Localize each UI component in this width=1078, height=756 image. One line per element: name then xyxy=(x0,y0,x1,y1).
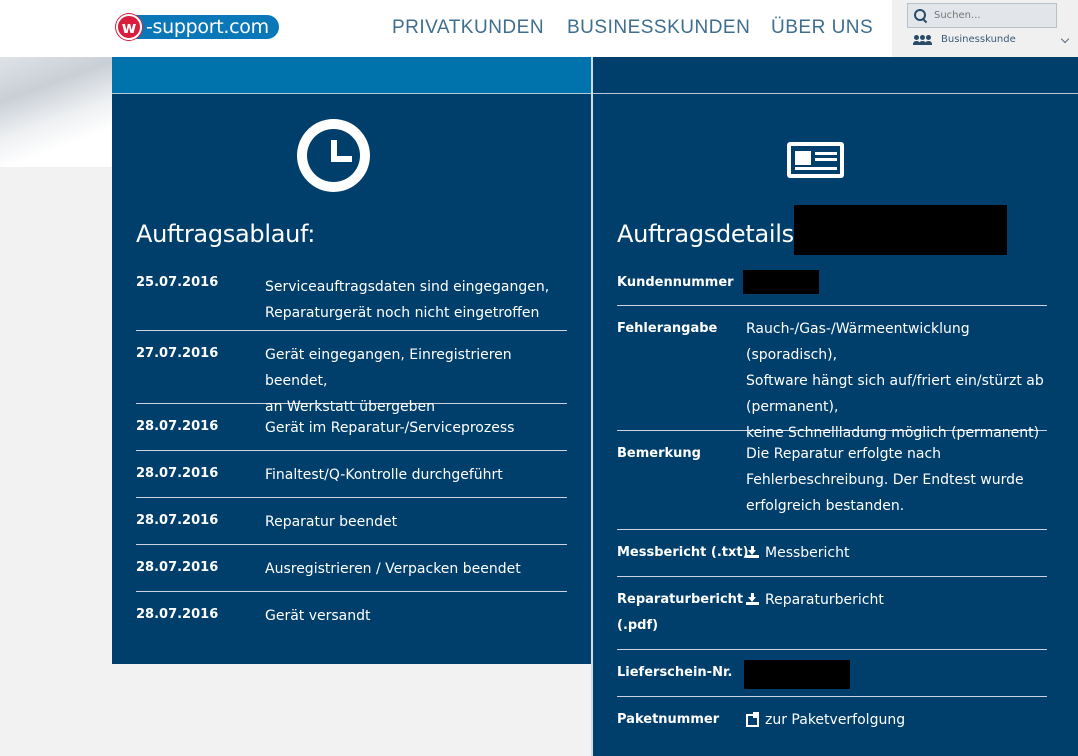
nav-ueber-uns[interactable]: ÜBER UNS xyxy=(771,17,873,39)
nav-privatkunden[interactable]: PRIVATKUNDEN xyxy=(392,17,544,39)
external-link-icon[interactable] xyxy=(746,712,759,727)
logo-text: -support.com xyxy=(136,15,279,39)
search-input[interactable] xyxy=(934,10,1044,21)
timeline-desc: Serviceauftragsdaten sind eingegangen, Re… xyxy=(265,279,550,321)
search-box[interactable] xyxy=(907,3,1057,28)
timeline-desc: Reparatur beendet xyxy=(265,514,398,530)
timeline-date: 28.07.2016 xyxy=(136,419,219,434)
timeline-row: 25.07.2016 Serviceauftragsdaten sind ein… xyxy=(136,268,567,331)
details-heading: Auftragsdetails: xyxy=(617,220,802,248)
detail-row-paketnummer: Paketnummer zur Paketverfolgung xyxy=(617,697,1047,744)
download-icon[interactable] xyxy=(746,593,759,605)
detail-label: Kundennummer xyxy=(617,275,734,290)
right-panel-topbar xyxy=(592,57,1078,94)
chevron-down-icon[interactable] xyxy=(1060,34,1070,44)
search-icon[interactable] xyxy=(914,8,928,23)
detail-label: Lieferschein-Nr. xyxy=(617,665,733,680)
messbericht-download-link[interactable]: Messbericht xyxy=(746,530,1047,566)
reparaturbericht-download-link[interactable]: Reparaturbericht xyxy=(746,577,1047,613)
download-icon[interactable] xyxy=(746,546,759,558)
header-tools: Businesskunde xyxy=(892,0,1078,57)
newspaper-icon xyxy=(787,142,844,178)
timeline-desc: Ausregistrieren / Verpacken beendet xyxy=(265,561,521,577)
customer-type-select[interactable]: Businesskunde xyxy=(913,34,1070,45)
detail-row-messbericht: Messbericht (.txt) Messbericht xyxy=(617,530,1047,577)
panel-divider-horizontal xyxy=(112,93,1078,94)
left-panel-topbar xyxy=(112,57,591,94)
timeline-row: 28.07.2016 Ausregistrieren / Verpacken b… xyxy=(136,545,567,592)
timeline-desc: Gerät versandt xyxy=(265,608,371,624)
logo[interactable]: w -support.com xyxy=(116,14,279,40)
timeline-row: 28.07.2016 Gerät im Reparatur-/Servicepr… xyxy=(136,404,567,451)
timeline-date: 28.07.2016 xyxy=(136,466,219,481)
timeline-heading: Auftragsablauf: xyxy=(136,220,316,248)
detail-row-bemerkung: Bemerkung Die Reparatur erfolgte nach Fe… xyxy=(617,431,1047,530)
order-details: Kundennummer Fehlerangabe Rauch-/Gas-/Wä… xyxy=(617,258,1047,744)
detail-row-lieferschein: Lieferschein-Nr. xyxy=(617,650,1047,697)
timeline-row: 27.07.2016 Gerät eingegangen, Einregistr… xyxy=(136,331,567,415)
users-icon xyxy=(913,34,932,45)
timeline-row: 28.07.2016 Gerät versandt xyxy=(136,592,567,639)
redacted-customer-number xyxy=(743,270,819,294)
timeline-date: 25.07.2016 xyxy=(136,275,219,290)
timeline-date: 28.07.2016 xyxy=(136,560,219,575)
timeline-date: 28.07.2016 xyxy=(136,607,219,622)
clock-icon xyxy=(297,119,370,192)
redacted-delivery-number xyxy=(744,660,850,689)
nav-businesskunden[interactable]: BUSINESSKUNDEN xyxy=(567,17,750,39)
site-header: w -support.com PRIVATKUNDEN BUSINESSKUND… xyxy=(0,0,1078,57)
timeline-date: 28.07.2016 xyxy=(136,513,219,528)
timeline-row: 28.07.2016 Reparatur beendet xyxy=(136,498,567,545)
timeline-date: 27.07.2016 xyxy=(136,346,219,361)
detail-label: Fehlerangabe xyxy=(617,321,718,336)
detail-row-kundennummer: Kundennummer xyxy=(617,258,1047,306)
detail-label: Paketnummer xyxy=(617,712,720,727)
detail-row-fehlerangabe: Fehlerangabe Rauch-/Gas-/Wärmeentwicklun… xyxy=(617,306,1047,441)
timeline-row: 28.07.2016 Finaltest/Q-Kontrolle durchge… xyxy=(136,451,567,498)
timeline-desc: Finaltest/Q-Kontrolle durchgeführt xyxy=(265,467,503,483)
detail-label: Bemerkung xyxy=(617,446,701,461)
panel-divider-vertical xyxy=(591,57,593,756)
logo-mark: w xyxy=(116,14,142,40)
customer-type-label: Businesskunde xyxy=(941,34,1016,45)
background-decor xyxy=(0,57,112,167)
detail-row-reparaturbericht: Reparaturbericht (.pdf) Reparaturbericht xyxy=(617,577,1047,650)
detail-label: Messbericht (.txt) xyxy=(617,545,749,560)
detail-label: Reparaturbericht (.pdf) xyxy=(617,592,744,633)
order-timeline: 25.07.2016 Serviceauftragsdaten sind ein… xyxy=(136,268,567,639)
detail-value: Rauch-/Gas-/Wärmeentwicklung (sporadisch… xyxy=(746,321,1044,441)
detail-value: Die Reparatur erfolgte nach Fehlerbeschr… xyxy=(746,446,1024,514)
redacted-order-number xyxy=(794,205,1007,255)
timeline-desc: Gerät im Reparatur-/Serviceprozess xyxy=(265,420,515,436)
package-tracking-link[interactable]: zur Paketverfolgung xyxy=(746,697,1047,733)
